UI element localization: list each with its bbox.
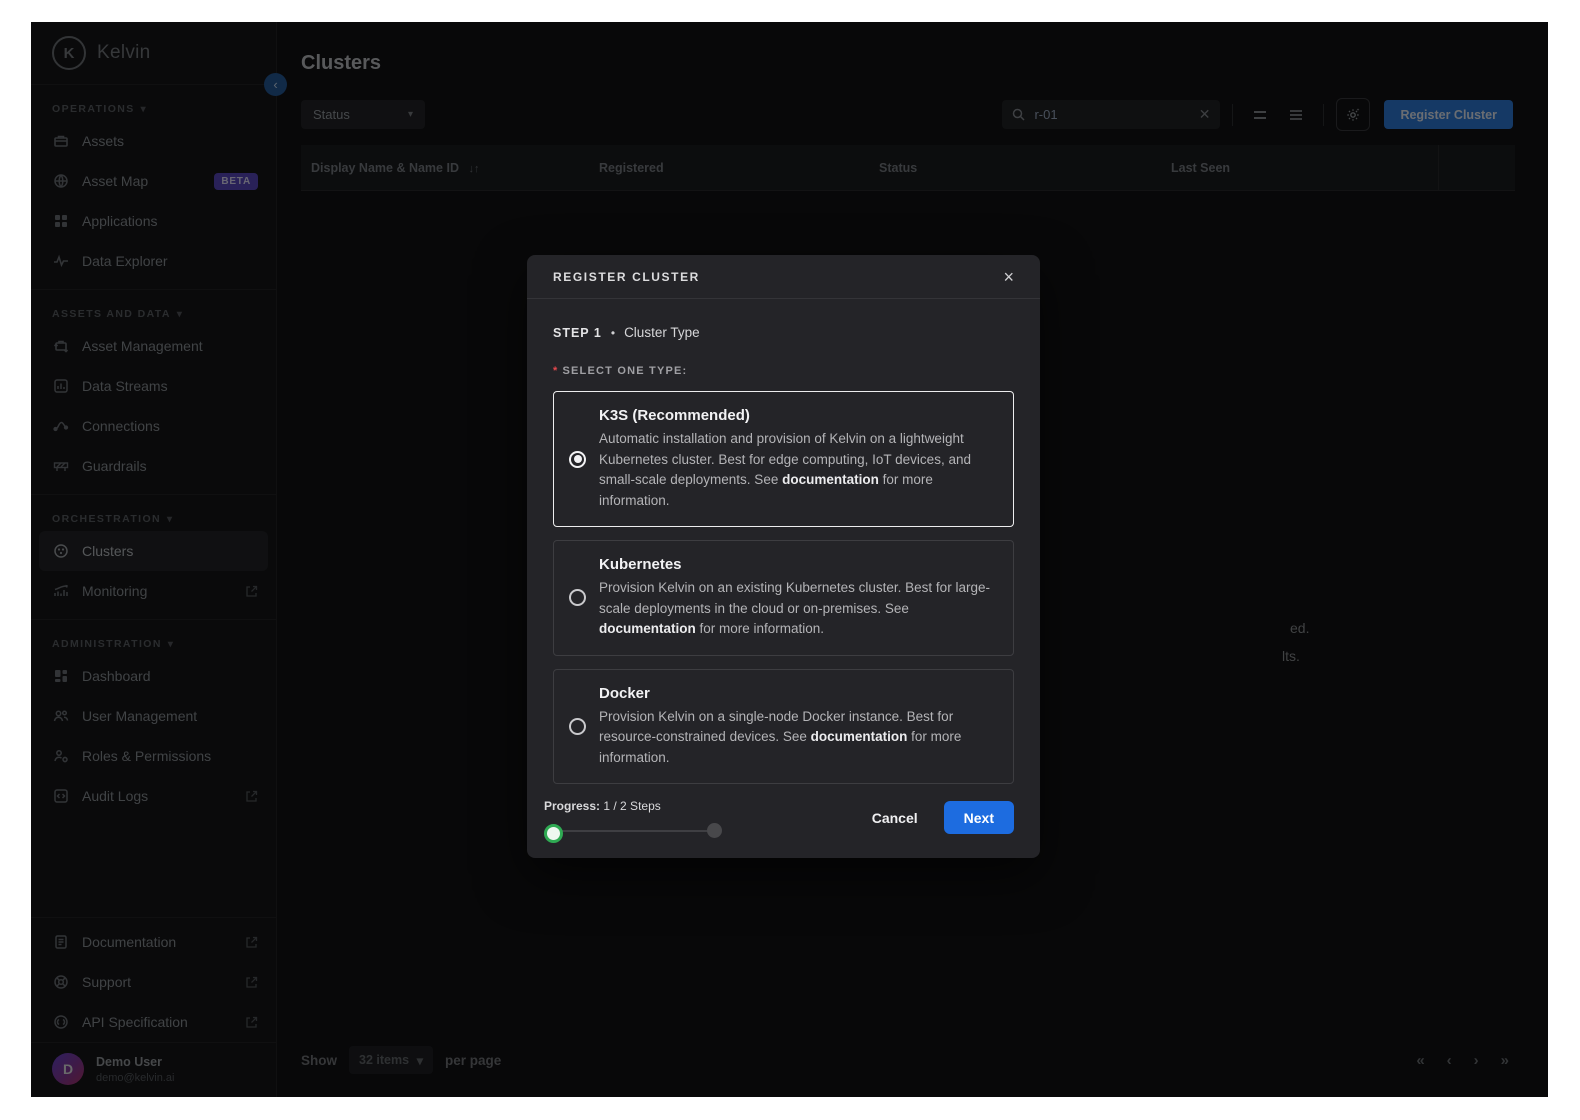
radio-selected-icon[interactable] [569, 450, 586, 468]
radio-unselected-icon[interactable] [569, 589, 586, 607]
modal-actions: Cancel Next [872, 801, 1014, 834]
modal-header: REGISTER CLUSTER × [527, 255, 1040, 299]
cluster-type-options: K3S (Recommended) Automatic installation… [553, 391, 1014, 784]
documentation-link[interactable]: documentation [599, 621, 696, 636]
radio-unselected-icon[interactable] [569, 717, 586, 735]
progress-step-current-dot [544, 824, 563, 843]
cancel-button[interactable]: Cancel [872, 810, 918, 826]
progress-label: Progress: 1 / 2 Steps [544, 799, 722, 813]
option-kubernetes[interactable]: Kubernetes Provision Kelvin on an existi… [553, 540, 1014, 656]
progress-line [550, 830, 716, 832]
option-title: Kubernetes [599, 556, 682, 573]
option-docker[interactable]: Docker Provision Kelvin on a single-node… [553, 668, 1014, 784]
documentation-link[interactable]: documentation [782, 472, 879, 487]
select-type-label: SELECT ONE TYPE: [562, 365, 688, 377]
desc-text: for more information. [695, 621, 825, 636]
step-name: Cluster Type [624, 325, 700, 340]
screenshot-page: K Kelvin OPERATIONS ▾ Assets Asset Map B… [0, 0, 1580, 1120]
progress-value: 1 / 2 Steps [603, 799, 661, 813]
select-type-prompt: * SELECT ONE TYPE: [553, 365, 1014, 377]
register-cluster-modal: REGISTER CLUSTER × STEP 1 • Cluster Type… [527, 255, 1040, 858]
option-title: K3S (Recommended) [599, 407, 750, 424]
step-indicator: STEP 1 • Cluster Type [553, 325, 1014, 340]
kelvin-app-window: K Kelvin OPERATIONS ▾ Assets Asset Map B… [31, 22, 1548, 1097]
progress-step-next-dot [707, 823, 722, 838]
modal-footer: Progress: 1 / 2 Steps Cancel Next [527, 799, 1040, 858]
modal-title: REGISTER CLUSTER [553, 269, 700, 284]
option-k3s[interactable]: K3S (Recommended) Automatic installation… [553, 391, 1014, 527]
modal-body: STEP 1 • Cluster Type * SELECT ONE TYPE: … [527, 299, 1040, 784]
option-description: Provision Kelvin on a single-node Docker… [599, 707, 995, 769]
progress-title: Progress: [544, 799, 601, 813]
option-description: Provision Kelvin on an existing Kubernet… [599, 578, 995, 640]
step-separator: • [610, 325, 616, 340]
close-icon[interactable]: × [1003, 268, 1014, 286]
option-title: Docker [599, 684, 650, 702]
step-label: STEP 1 [553, 325, 602, 340]
documentation-link[interactable]: documentation [811, 729, 908, 744]
desc-text: Provision Kelvin on an existing Kubernet… [599, 580, 990, 616]
progress-track [544, 823, 722, 843]
required-mark: * [553, 365, 559, 377]
next-button[interactable]: Next [943, 801, 1014, 834]
option-description: Automatic installation and provision of … [599, 429, 995, 511]
progress-block: Progress: 1 / 2 Steps [544, 799, 722, 843]
